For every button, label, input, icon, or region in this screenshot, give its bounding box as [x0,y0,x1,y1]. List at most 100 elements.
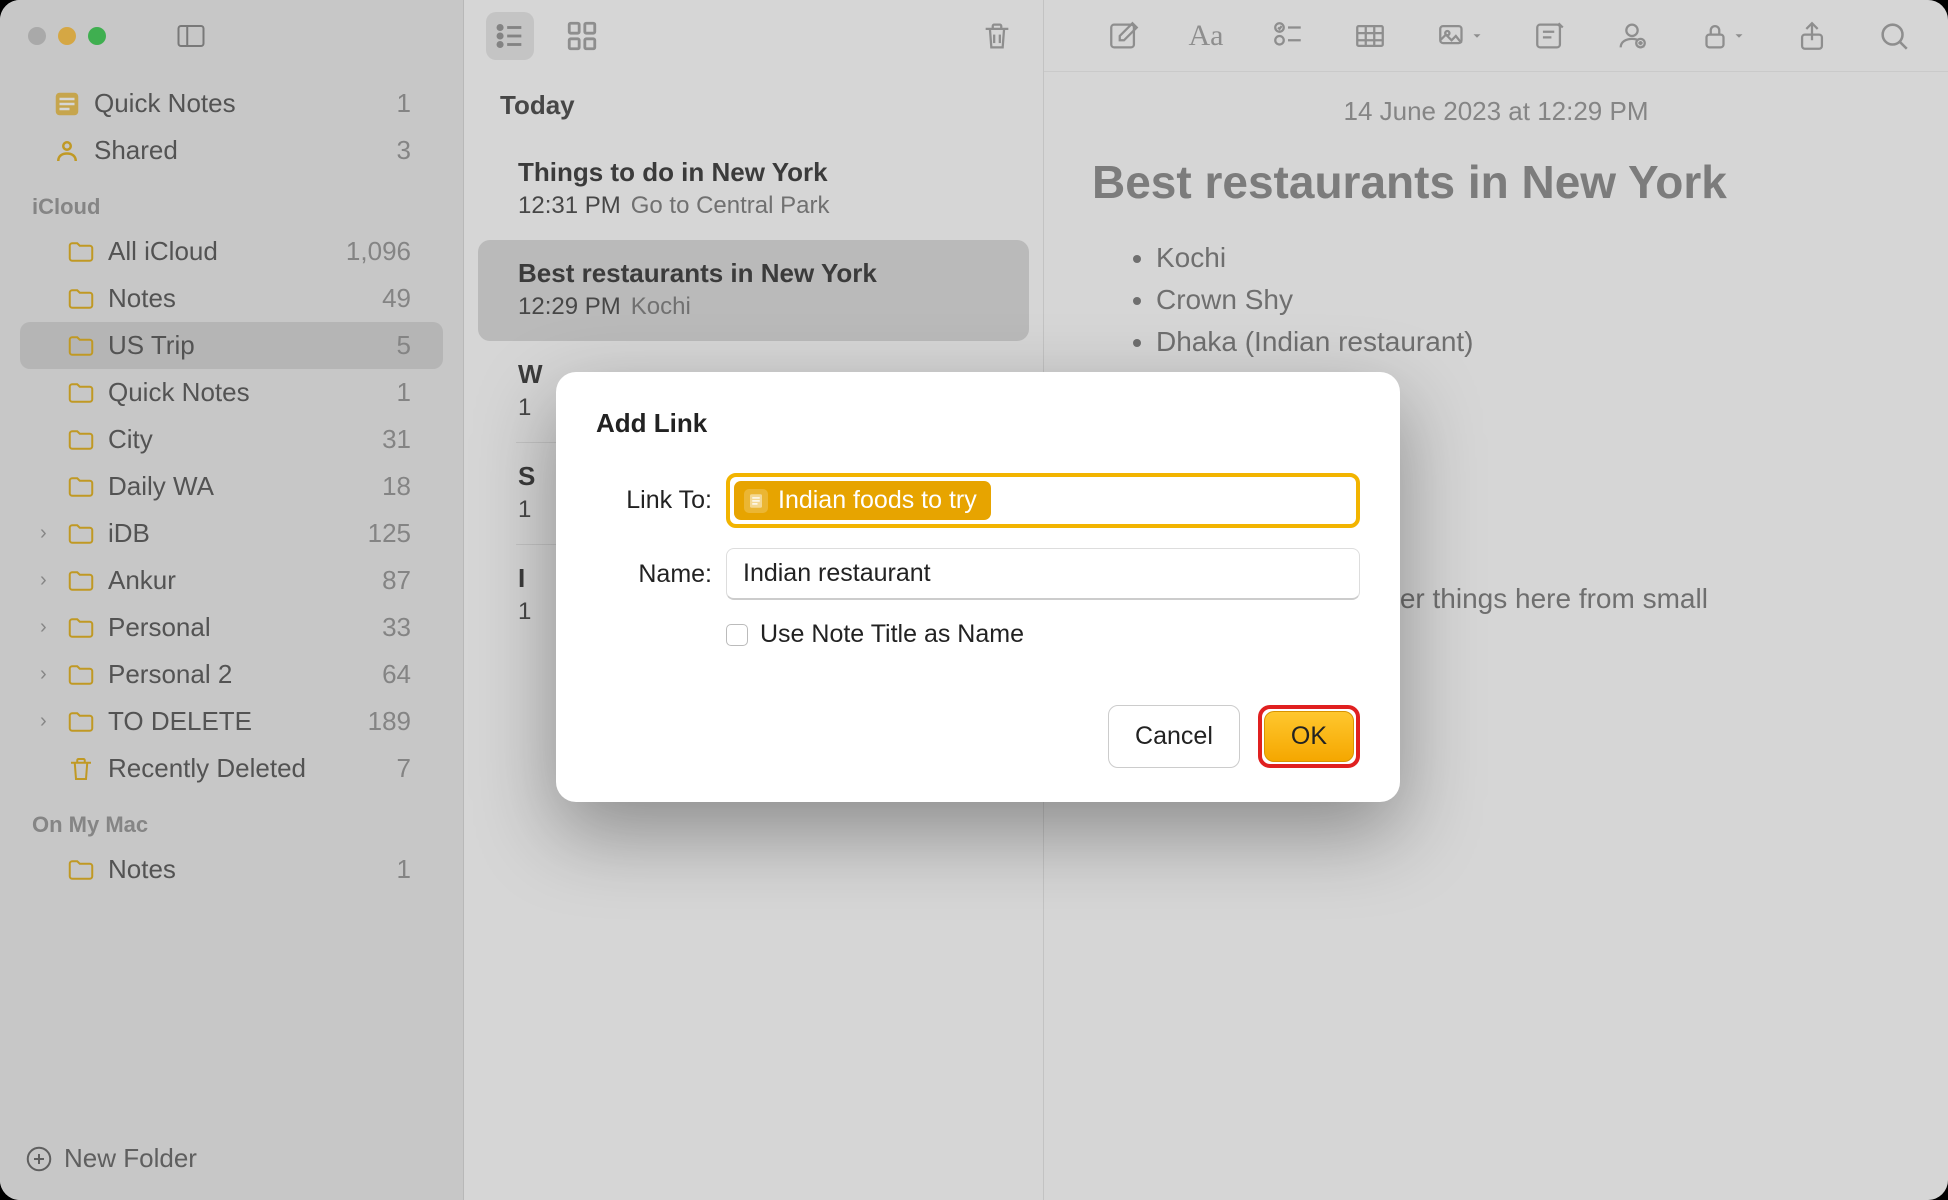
sidebar-item[interactable]: ›US Trip5 [20,322,443,369]
folder-icon [66,566,96,596]
note-link-icon [1533,19,1567,53]
use-note-title-checkbox[interactable] [726,624,748,646]
bullet-item: Kochi [1156,237,1900,279]
maximize-window-button[interactable] [88,27,106,45]
sidebar-item[interactable]: ›Quick Notes1 [20,369,443,416]
sidebar-item-count: 49 [382,283,411,314]
close-window-button[interactable] [28,27,46,45]
sidebar-item-count: 33 [382,612,411,643]
sidebar-item[interactable]: ›Recently Deleted7 [20,745,443,792]
lock-icon [1698,19,1732,53]
traffic-lights [28,27,106,45]
modal-title: Add Link [596,408,1360,439]
minimize-window-button[interactable] [58,27,76,45]
sidebar-item-count: 5 [397,330,411,361]
table-button[interactable] [1346,12,1394,60]
grid-icon [565,19,599,53]
sidebar-item-shared[interactable]: Shared 3 [20,127,443,174]
collaborate-icon [1615,19,1649,53]
delete-note-button[interactable] [973,12,1021,60]
sidebar-item-quick-notes[interactable]: Quick Notes 1 [20,80,443,127]
checklist-button[interactable] [1264,12,1312,60]
link-to-label: Link To: [596,486,712,515]
share-button[interactable] [1788,12,1836,60]
sidebar-item-label: Quick Notes [94,88,385,119]
sidebar-item-label: US Trip [108,330,385,361]
note-item-subtitle: 12:31 PMGo to Central Park [518,192,1003,220]
new-folder-button[interactable]: New Folder [0,1123,463,1200]
note-list-item[interactable]: Things to do in New York 12:31 PMGo to Ce… [464,139,1043,240]
search-icon [1877,19,1911,53]
collaborate-button[interactable] [1608,12,1656,60]
folder-icon [66,519,96,549]
sidebar-item-label: Ankur [108,565,370,596]
folder-icon [66,284,96,314]
add-link-modal: Add Link Link To: Indian foods to try Na… [556,372,1400,802]
chevron-right-icon: › [40,710,54,733]
sidebar-icon [176,19,206,53]
ok-button[interactable]: OK [1264,711,1354,762]
checklist-icon [1271,19,1305,53]
list-icon [493,19,527,53]
gallery-view-button[interactable] [558,12,606,60]
sidebar-item-count: 87 [382,565,411,596]
sidebar-item-count: 125 [368,518,411,549]
sidebar-item[interactable]: ›Personal 264 [20,651,443,698]
sidebar-item[interactable]: ›City31 [20,416,443,463]
sidebar-item-label: Notes [108,283,370,314]
name-input[interactable] [726,548,1360,600]
folder-icon [66,613,96,643]
sidebar-item[interactable]: ›Ankur87 [20,557,443,604]
linked-note-title: Indian foods to try [778,486,977,515]
link-button[interactable] [1526,12,1574,60]
sidebar-item-count: 64 [382,659,411,690]
media-button[interactable] [1428,12,1492,60]
photo-icon [1436,19,1470,53]
sidebar-item-label: Daily WA [108,471,370,502]
sidebar-item[interactable]: ›iDB125 [20,510,443,557]
note-date: 14 June 2023 at 12:29 PM [1092,96,1900,127]
sidebar: Quick Notes 1 Shared 3 iCloud ›All iClou… [0,0,464,1200]
sidebar-item-label: iDB [108,518,356,549]
shared-icon [52,136,82,166]
sidebar-item-count: 1 [397,854,411,885]
format-button[interactable]: Aa [1182,12,1230,60]
trash-icon [980,19,1014,53]
sidebar-item-count: 1 [397,377,411,408]
sidebar-item-label: Shared [94,135,385,166]
folder-icon [66,378,96,408]
folder-icon [66,754,96,784]
note-list-item[interactable]: Best restaurants in New York12:29 PMKoch… [478,240,1029,341]
cancel-button[interactable]: Cancel [1108,705,1240,768]
note-item-subtitle: 12:29 PMKochi [518,293,989,321]
name-label: Name: [596,560,712,589]
sidebar-item[interactable]: ›Notes49 [20,275,443,322]
sidebar-item[interactable]: ›TO DELETE189 [20,698,443,745]
search-button[interactable] [1870,12,1918,60]
toggle-sidebar-button[interactable] [176,24,206,48]
sidebar-item-count: 1 [397,88,411,119]
note-item-title: Things to do in New York [518,157,1003,188]
quicknotes-icon [52,89,82,119]
sidebar-section-onmymac: On My Mac [0,792,463,846]
sidebar-item[interactable]: › Personal 33 [20,604,443,651]
sidebar-item[interactable]: ›Notes1 [20,846,443,893]
linked-note-chip[interactable]: Indian foods to try [734,481,991,520]
folder-icon [66,472,96,502]
chevron-right-icon: › [40,616,54,639]
list-toolbar [464,0,1043,72]
lock-button[interactable] [1690,12,1754,60]
sidebar-item-count: 31 [382,424,411,455]
list-view-button[interactable] [486,12,534,60]
new-note-button[interactable] [1100,12,1148,60]
plus-circle-icon [24,1144,54,1174]
sidebar-item-label: Personal [108,612,370,643]
link-to-field[interactable]: Indian foods to try [726,473,1360,528]
editor-toolbar: Aa [1044,0,1948,72]
sidebar-item-label: Notes [108,854,385,885]
sidebar-item-label: City [108,424,370,455]
sidebar-item[interactable]: ›Daily WA18 [20,463,443,510]
sidebar-item[interactable]: ›All iCloud1,096 [20,228,443,275]
sidebar-item-label: Recently Deleted [108,753,385,784]
table-icon [1353,19,1387,53]
